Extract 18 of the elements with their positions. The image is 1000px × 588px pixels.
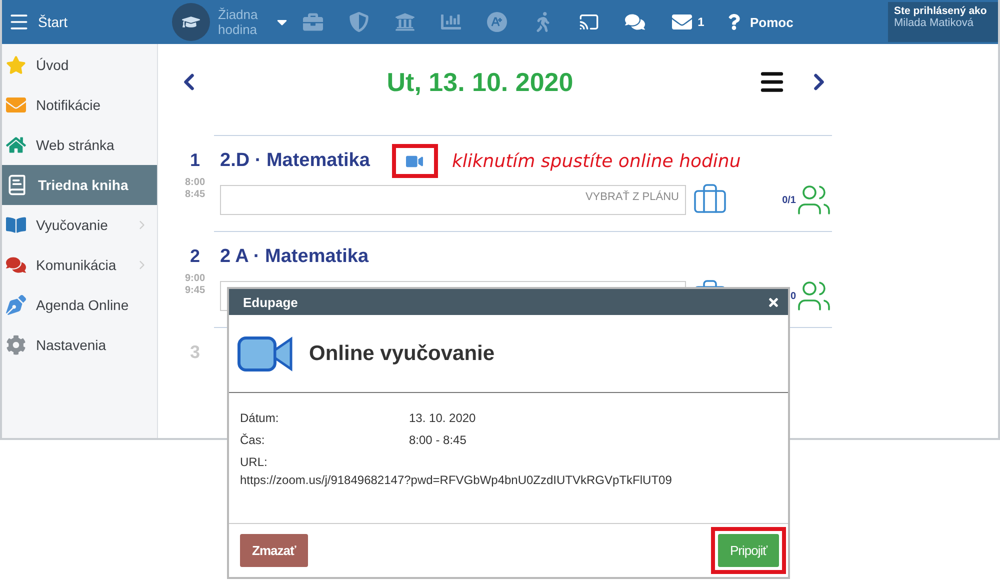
dialog-heading: Online vyučovanie [309,342,495,366]
annotation-note: kliknutím spustíte online hodinu [452,150,741,172]
field-label: Čas: [240,433,266,447]
attendance-count: 0/1 [782,194,796,206]
field-value: 13. 10. 2020 [409,411,477,425]
mail-count: 1 [698,15,704,29]
field-label: URL: [240,455,268,469]
field-label: Dátum: [240,411,280,425]
field-value: 8:00 - 8:45 [409,433,468,447]
date-heading: Ut, 13. 10. 2020 [386,66,574,98]
attendance-count: 0 [790,290,796,302]
lesson-time: 9:00 9:45 [184,273,205,297]
user-caption: Ste prihlásený ako [894,5,988,17]
url-text: https://zoom.us/j/91849682147?pwd=RFVGbWp4bnU0ZzdIUTVkRGVpTkFlUT09 [240,473,673,487]
lesson-number: 1 [190,150,200,171]
lesson-number: 2 [190,246,200,267]
dialog-title: Edupage [243,294,298,310]
lesson-time: 8:00 8:45 [184,177,205,201]
